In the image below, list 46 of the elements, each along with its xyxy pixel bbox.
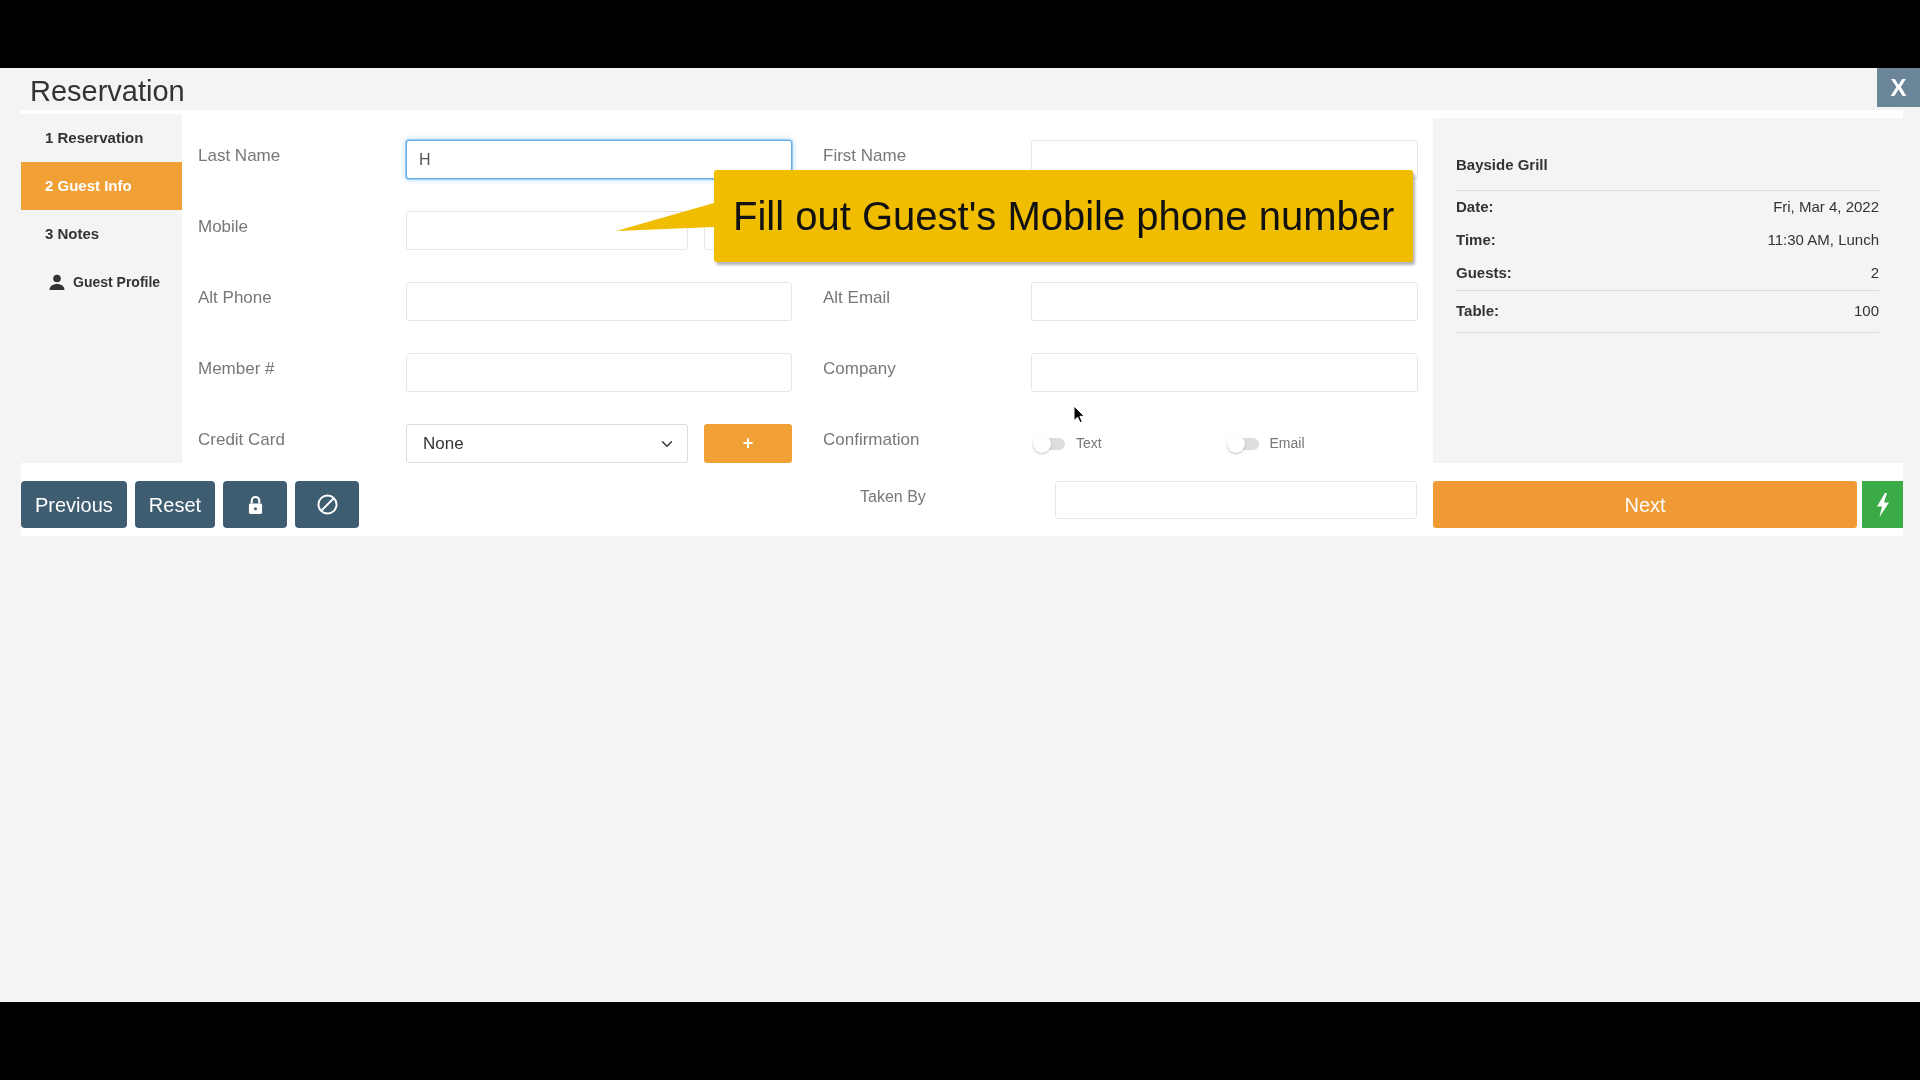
window-title: Reservation: [30, 74, 185, 109]
lightning-button[interactable]: [1862, 481, 1903, 528]
summary-label: Date:: [1456, 197, 1494, 218]
toggle-switch[interactable]: [1226, 434, 1261, 453]
mouse-pointer-icon: [1073, 405, 1085, 424]
sidebar-item[interactable]: 1 Reservation: [21, 114, 182, 162]
action-button[interactable]: Reset: [134, 481, 216, 528]
field-label: Taken By: [860, 488, 926, 505]
input-field[interactable]: [1031, 353, 1418, 392]
field-label: Confirmation: [823, 430, 920, 450]
field-label: Alt Email: [823, 288, 891, 308]
summary-value: 11:30 AM, Lunch: [1767, 230, 1879, 251]
field-label: Mobile: [198, 217, 249, 237]
lightning-icon: [1875, 492, 1890, 517]
summary-label: Table:: [1456, 301, 1500, 322]
input-field[interactable]: [1055, 481, 1417, 519]
person-icon: [49, 274, 65, 290]
toggle-switch[interactable]: [1033, 434, 1067, 453]
field-label: Member #: [198, 359, 275, 379]
input-field[interactable]: [406, 282, 792, 321]
sidebar-item[interactable]: Guest Profile: [21, 258, 182, 306]
summary-label: Time:: [1456, 230, 1496, 251]
field-label: First Name: [823, 146, 907, 166]
prohibited-icon: [316, 494, 338, 515]
field-label: Alt Phone: [198, 288, 272, 308]
toggle-label: Text: [1076, 434, 1102, 453]
action-button[interactable]: Previous: [21, 481, 127, 528]
field-label: Company: [823, 359, 896, 379]
input-field[interactable]: [1031, 282, 1418, 321]
field-label: Last Name: [198, 146, 281, 166]
summary-value: Fri, Mar 4, 2022: [1773, 197, 1879, 218]
lock-icon: [247, 495, 263, 514]
input-field[interactable]: H: [406, 140, 792, 179]
summary-label: Guests:: [1456, 263, 1512, 284]
input-field[interactable]: [406, 211, 688, 250]
field-label: Credit Card: [198, 430, 285, 450]
cancel-button[interactable]: [295, 481, 360, 528]
sidebar-item[interactable]: 3 Notes: [21, 210, 182, 258]
toggle-label: Email: [1269, 434, 1305, 453]
restaurant-name: Bayside Grill: [1456, 155, 1879, 191]
lock-button[interactable]: [223, 481, 288, 528]
summary-value: 2: [1870, 263, 1879, 284]
summary-value: 100: [1853, 301, 1879, 322]
dropdown[interactable]: None: [406, 424, 688, 463]
close-button[interactable]: X: [1877, 68, 1920, 107]
input-field[interactable]: [406, 353, 792, 392]
